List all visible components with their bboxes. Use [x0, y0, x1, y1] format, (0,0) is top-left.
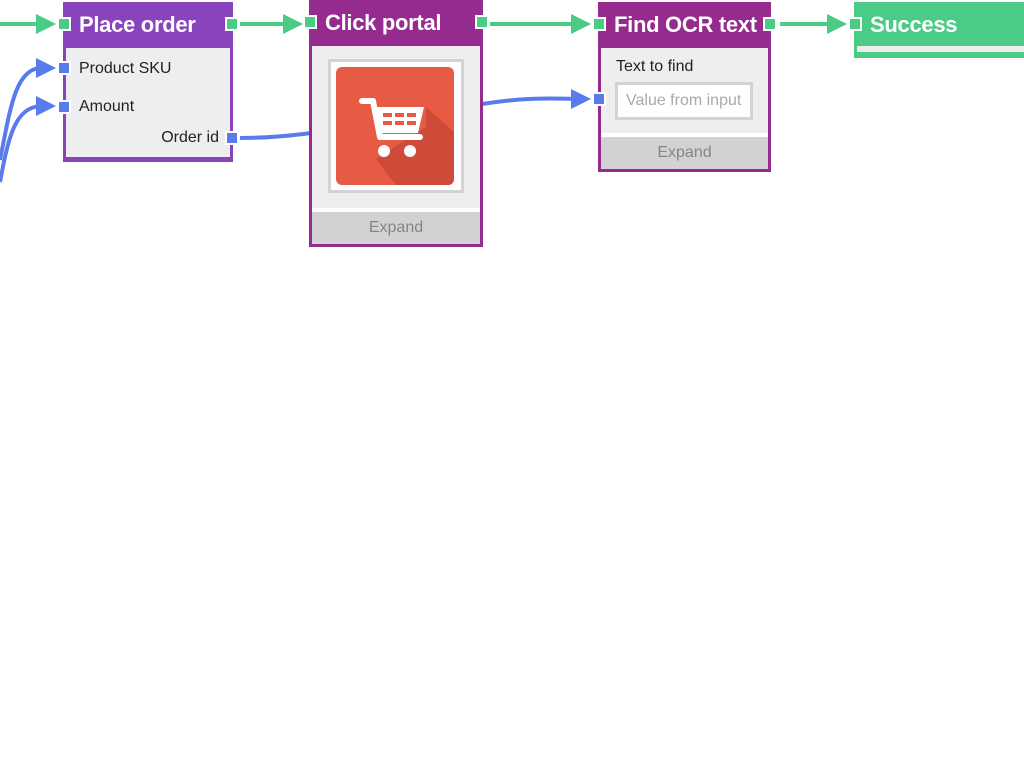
output-port-order-id[interactable]: [225, 131, 239, 145]
flow-out-port[interactable]: [763, 17, 777, 31]
node-header[interactable]: Click portal: [309, 0, 483, 46]
node-success[interactable]: Success: [848, 2, 1024, 58]
node-header[interactable]: Place order: [63, 2, 233, 48]
node-body: Text to find: [601, 48, 768, 133]
text-to-find-input[interactable]: [615, 82, 753, 120]
flow-in-port[interactable]: [592, 17, 606, 31]
node-body: [312, 46, 480, 208]
node-header[interactable]: Success: [854, 2, 1024, 46]
node-click-portal[interactable]: Click portal Expand: [303, 0, 489, 247]
flow-in-port[interactable]: [57, 17, 71, 31]
input-port-amount[interactable]: [57, 100, 71, 114]
node-title: Click portal: [325, 10, 442, 35]
flow-out-port[interactable]: [225, 17, 239, 31]
input-port-product-sku[interactable]: [57, 61, 71, 75]
expand-button[interactable]: Expand: [312, 208, 480, 244]
field-label-text-to-find: Text to find: [616, 58, 694, 75]
flow-wire-find-ocr-to-success: [780, 14, 847, 34]
flow-wire-place-order-to-click-portal: [240, 14, 303, 34]
node-find-ocr-text[interactable]: Find OCR text Text to find Expand: [592, 2, 777, 172]
node-title: Success: [870, 12, 958, 37]
input-port-text-to-find[interactable]: [592, 92, 606, 106]
node-title: Place order: [79, 12, 196, 37]
flow-out-port[interactable]: [475, 15, 489, 29]
flow-wire-in-place-order: [0, 14, 56, 34]
input-label-product-sku: Product SKU: [79, 60, 172, 77]
data-wire-product-sku: [0, 58, 56, 161]
output-label-order-id: Order id: [161, 129, 219, 146]
input-label-amount: Amount: [79, 98, 135, 115]
node-title: Find OCR text: [614, 12, 757, 37]
flow-in-port[interactable]: [848, 17, 862, 31]
node-header[interactable]: Find OCR text: [598, 2, 771, 48]
flow-in-port[interactable]: [303, 15, 317, 29]
portal-image-frame[interactable]: [328, 59, 464, 193]
flow-wire-click-portal-to-find-ocr: [490, 14, 591, 34]
expand-button[interactable]: Expand: [601, 133, 768, 169]
node-body: [857, 46, 1024, 52]
node-place-order[interactable]: Place order Product SKU Amount Order id: [57, 2, 239, 162]
node-body: Product SKU Amount Order id: [66, 48, 230, 157]
shopping-cart-icon: [336, 67, 454, 185]
data-wire-amount: [0, 96, 56, 183]
